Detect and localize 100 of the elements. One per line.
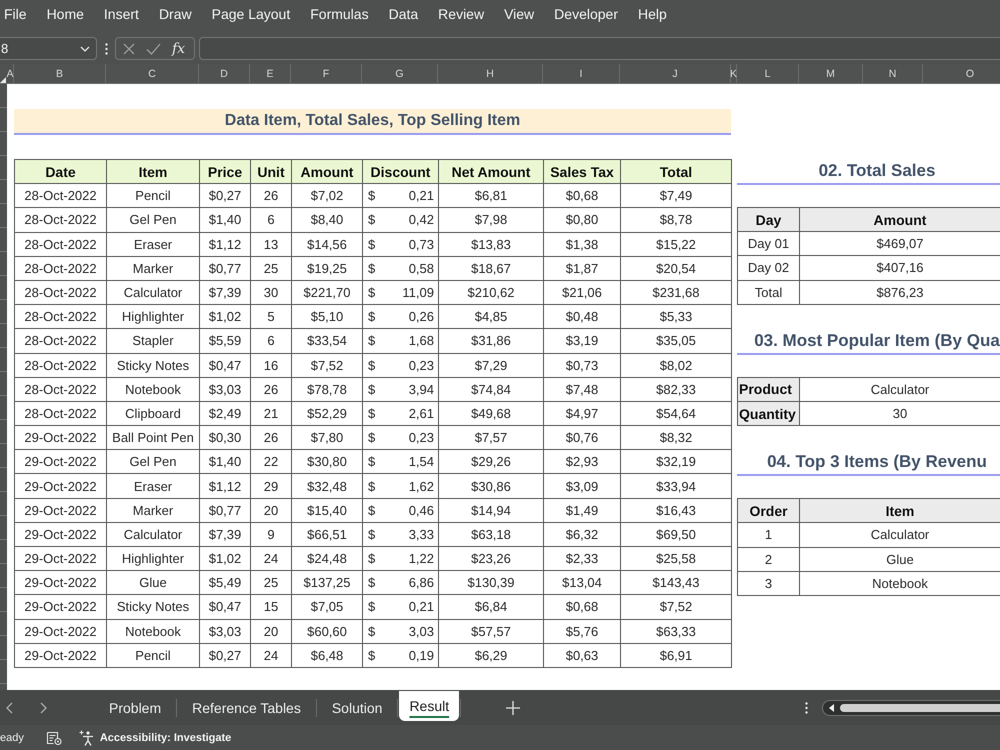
column-header[interactable]: A [7,64,14,83]
chevron-right-icon[interactable] [40,702,47,714]
table-cell: $19,25 [292,256,362,280]
column-header[interactable]: E [250,64,291,83]
column-header[interactable]: I [543,64,620,83]
menu-item[interactable]: Draw [158,6,192,22]
table-cell: $3,03 [200,377,250,402]
sheet-tab[interactable]: Problem [95,693,176,723]
section-heading: 02. Total Sales [737,159,1000,185]
table-cell: 29 [250,474,292,498]
table-cell-value: 0,73 [408,236,434,252]
table-cell: 3 [738,571,800,596]
table-cell: $143,43 [620,570,732,595]
caret-icon[interactable] [80,46,90,52]
table-cell: 29-Oct-2022 [14,619,106,644]
table-cell: $8,32 [620,426,732,450]
table-cell: $2,93 [544,450,620,474]
table-cell: 26 [250,184,292,208]
scrollbar-track[interactable] [822,700,1000,716]
cancel-icon[interactable] [123,42,135,54]
table-cell: $21,06 [544,280,620,305]
column-header[interactable]: N [863,64,923,83]
table-cell: 29-Oct-2022 [14,570,106,595]
table-cell: 20 [250,498,292,522]
table-cell: $8,78 [620,208,732,232]
table-cell: $3,03 [200,619,250,644]
menu-item[interactable]: Help [638,6,667,22]
table-cell: Calculator [800,377,1000,402]
menu-item[interactable]: Insert [104,6,139,22]
table-cell: $82,33 [620,377,732,402]
table-header-cell: Total [620,160,732,184]
column-header[interactable]: J [620,64,731,83]
formula-field[interactable] [199,37,1000,60]
currency-symbol: $ [368,260,376,276]
column-header[interactable]: B [14,64,106,83]
menu-item[interactable]: File [4,6,27,22]
currency-symbol: $ [368,236,376,252]
column-header[interactable]: D [199,64,250,83]
scroll-left-icon[interactable] [829,704,834,712]
table-cell: 26 [250,426,292,450]
menu-item[interactable]: Review [438,6,484,22]
table-cell: 24 [250,643,292,668]
table-header-cell: Price [200,160,250,184]
table-cell: $0,76 [544,426,620,450]
name-box[interactable]: 8 [0,37,97,60]
table-cell: Marker [106,256,200,280]
more-icon[interactable] [105,43,108,55]
table-cell: 28-Oct-2022 [14,280,106,305]
column-header[interactable]: H [438,64,543,83]
table-cell: 25 [250,256,292,280]
table-cell: 25 [250,570,292,595]
table-cell: 16 [250,353,292,378]
column-header[interactable]: F [291,64,362,83]
table-cell: $5,33 [620,304,732,329]
table-cell: 29-Oct-2022 [14,522,106,546]
plus-icon[interactable] [506,700,520,714]
sheet-tab[interactable]: Result [399,691,460,721]
chevron-left-icon[interactable] [6,702,13,714]
scrollbar-thumb[interactable] [840,704,1000,712]
document-icon[interactable] [46,730,62,744]
table-cell: $130,39 [438,570,544,595]
more-icon[interactable] [805,702,808,714]
table-cell: 6 [250,208,292,232]
sheet-tab[interactable]: Reference Tables [178,693,315,723]
column-header[interactable]: K [731,64,737,83]
table-cell-value: 0,58 [408,260,434,276]
table-cell: $0,80 [544,208,620,232]
table-cell: $1,12 [200,232,250,256]
currency-symbol: $ [368,358,376,373]
check-icon[interactable] [146,42,161,54]
table-cell: Gel Pen [106,450,200,474]
menu-item[interactable]: Formulas [310,6,369,22]
column-header[interactable]: L [737,64,799,83]
insert-function-button[interactable]: fx [172,40,186,58]
table-cell: $4,85 [438,304,544,329]
menu-item[interactable]: Developer [554,6,618,22]
column-header[interactable]: O [923,64,1000,83]
table-cell: 20 [250,619,292,644]
title-banner: Data Item, Total Sales, Top Selling Item [14,109,731,135]
table-cell: $69,50 [620,522,732,546]
table-cell: $57,57 [438,619,544,644]
column-header[interactable]: C [106,64,199,83]
table-cell: 29-Oct-2022 [14,474,106,498]
menu-item[interactable]: Home [46,6,84,22]
table-cell: Highlighter [106,546,200,571]
table-cell-value: 1,62 [408,478,434,494]
sheet-tab[interactable]: Solution [318,693,396,723]
menu-item[interactable]: Data [388,6,418,22]
table-cell: $0,63 [544,643,620,668]
table-cell: $78,78 [292,377,362,402]
table-cell: $33,54 [292,328,362,353]
menu-item[interactable]: View [504,6,534,22]
column-header[interactable]: G [362,64,438,83]
table-cell: 29-Oct-2022 [14,546,106,571]
menu-item[interactable]: Page Layout [212,6,290,22]
column-header[interactable]: M [799,64,863,83]
accessibility-button[interactable]: Accessibility: Investigate [78,730,232,746]
table-cell: $63,18 [438,522,544,546]
table-cell: $6,91 [620,643,732,668]
table-cell: $15,40 [292,498,362,522]
